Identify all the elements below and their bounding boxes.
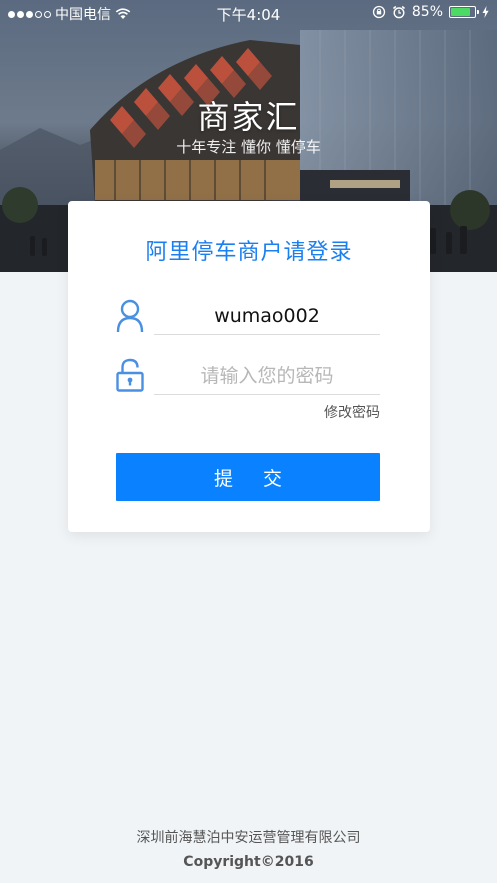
login-card: 阿里停车商户请登录 修改密码 提交 <box>68 201 430 532</box>
copyright: Copyright©2016 <box>183 854 314 870</box>
user-icon <box>116 299 144 333</box>
username-input[interactable] <box>154 298 380 335</box>
company-name: 深圳前海慧泊中安运营管理有限公司 <box>136 830 361 846</box>
password-input[interactable] <box>154 358 380 395</box>
rotation-lock-icon <box>372 5 386 19</box>
brand-title: 商家汇 <box>197 98 300 136</box>
battery-fill <box>451 8 471 16</box>
charging-icon <box>482 6 489 18</box>
battery-percent: 85% <box>411 4 443 20</box>
footer: 深圳前海慧泊中安运营管理有限公司 Copyright©2016 <box>0 826 497 874</box>
status-right: 85% <box>372 4 489 20</box>
login-title: 阿里停车商户请登录 <box>145 240 353 265</box>
battery-icon <box>449 6 479 18</box>
brand-subtitle: 十年专注 懂你 懂停车 <box>176 138 321 156</box>
status-bar: 中国电信 下午4:04 85% <box>0 0 497 26</box>
submit-button[interactable]: 提交 <box>116 453 380 501</box>
lock-icon <box>116 358 144 392</box>
alarm-icon <box>392 5 405 19</box>
change-password-link[interactable]: 修改密码 <box>324 402 380 422</box>
